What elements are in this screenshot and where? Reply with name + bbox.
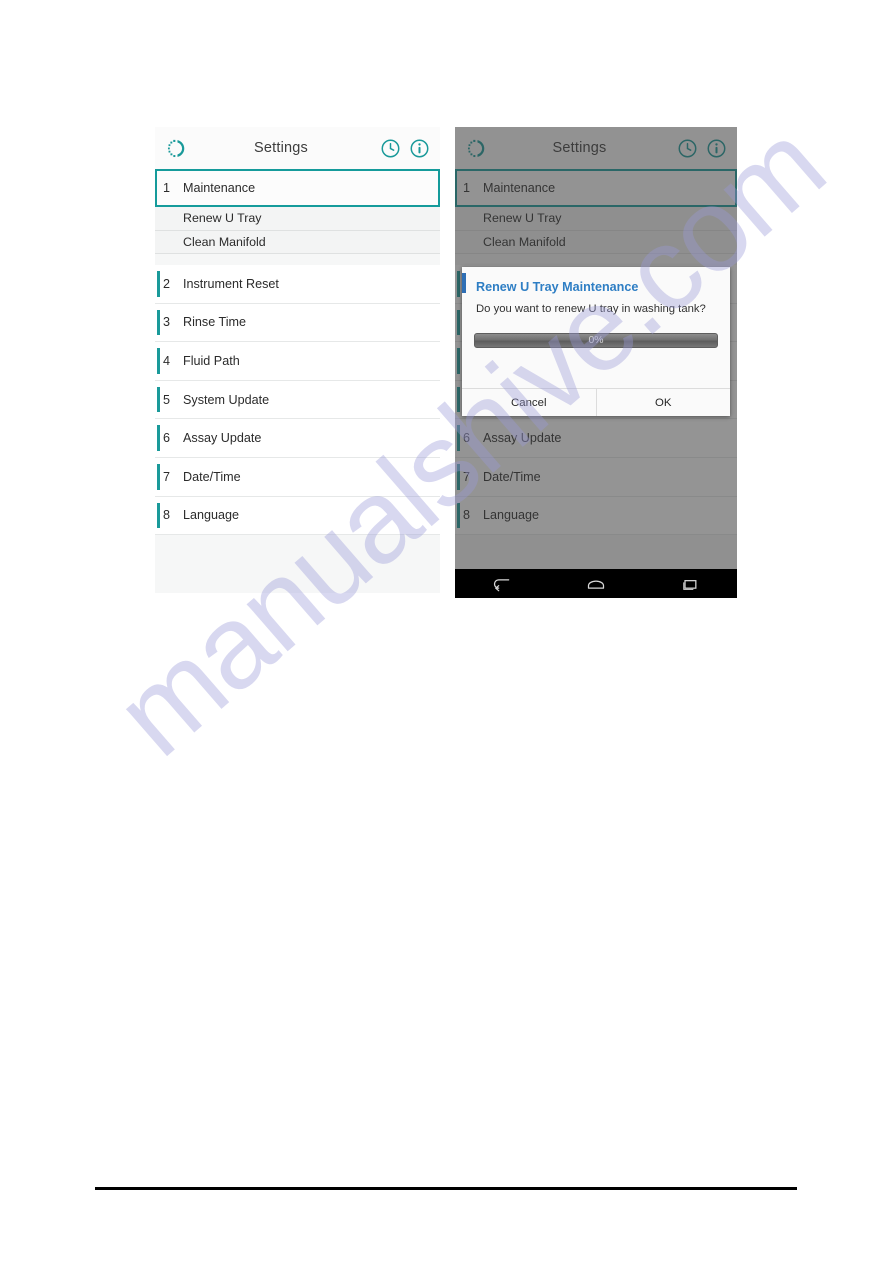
- row-accent-bar: [457, 271, 460, 297]
- settings-row-language[interactable]: 8 Language: [455, 496, 737, 536]
- settings-row-rinse-time[interactable]: 3 Rinse Time: [155, 303, 440, 343]
- list-empty-area: [155, 535, 440, 593]
- settings-row-language[interactable]: 8 Language: [155, 496, 440, 536]
- clock-icon[interactable]: [677, 138, 698, 159]
- row-accent-bar: [157, 271, 160, 297]
- list-gap: [155, 254, 440, 265]
- settings-row-assay-update[interactable]: 6 Assay Update: [455, 419, 737, 458]
- settings-subrow-renew-u-tray[interactable]: Renew U Tray: [155, 207, 440, 231]
- recents-icon[interactable]: [680, 576, 700, 592]
- page-watermark: manualshive.com: [90, 99, 850, 980]
- row-accent-bar: [457, 309, 460, 336]
- info-icon[interactable]: [706, 138, 727, 159]
- row-number: 8: [463, 508, 471, 523]
- settings-row-system-update[interactable]: 5 System Update: [155, 380, 440, 420]
- row-number: 6: [163, 431, 171, 446]
- row-label: System Update: [183, 392, 270, 407]
- subrow-label: Renew U Tray: [483, 211, 562, 226]
- app-header-right: Settings: [455, 127, 737, 169]
- header-icon-group: [677, 138, 727, 159]
- settings-subrow-renew-u-tray[interactable]: Renew U Tray: [455, 207, 737, 231]
- settings-row-maintenance[interactable]: 1 Maintenance: [455, 169, 737, 207]
- row-label: Maintenance: [483, 181, 556, 195]
- row-label: Maintenance: [183, 181, 256, 195]
- dialog-message: Do you want to renew U tray in washing t…: [476, 303, 706, 315]
- app-header-left: Settings: [155, 127, 440, 169]
- instrument-logo-icon: [465, 137, 488, 160]
- row-label: Language: [183, 508, 240, 523]
- android-navigation-bar: [455, 569, 737, 598]
- dialog-spacer: [462, 348, 730, 388]
- back-icon[interactable]: [492, 576, 512, 592]
- dialog-accent-bar: [462, 273, 466, 293]
- row-accent-bar: [157, 386, 160, 413]
- row-label: Assay Update: [183, 431, 262, 446]
- settings-subrow-clean-manifold[interactable]: Clean Manifold: [155, 230, 440, 254]
- settings-row-fluid-path[interactable]: 4 Fluid Path: [155, 342, 440, 381]
- row-accent-bar: [457, 502, 460, 529]
- row-number: 7: [463, 469, 471, 484]
- row-number: 5: [163, 392, 171, 407]
- row-accent-bar: [157, 348, 160, 374]
- row-label: Rinse Time: [183, 315, 246, 330]
- progress-bar: 0%: [474, 333, 718, 348]
- row-accent-bar: [157, 463, 160, 490]
- screenshot-settings-dialog: Settings 1 Maintenance Renew U Tray Clea…: [455, 127, 737, 598]
- settings-list-left: 1 Maintenance Renew U Tray Clean Manifol…: [155, 169, 440, 593]
- progress-percent-label: 0%: [588, 335, 604, 346]
- subrow-label: Clean Manifold: [483, 234, 566, 249]
- cancel-button[interactable]: Cancel: [462, 389, 597, 416]
- page-title: Settings: [552, 140, 607, 156]
- settings-row-maintenance[interactable]: 1 Maintenance: [155, 169, 440, 207]
- settings-row-instrument-reset[interactable]: 2 Instrument Reset: [155, 265, 440, 304]
- instrument-logo-icon: [165, 137, 188, 160]
- screenshot-settings-list: Settings 1 Maintenance Renew U Tray Clea…: [155, 127, 440, 593]
- subrow-label: Renew U Tray: [183, 211, 262, 226]
- row-number: 8: [163, 508, 171, 523]
- footer-divider: [95, 1187, 797, 1190]
- row-accent-bar: [457, 463, 460, 490]
- page-title: Settings: [254, 140, 308, 156]
- settings-row-assay-update[interactable]: 6 Assay Update: [155, 419, 440, 458]
- row-number: 6: [463, 431, 471, 446]
- clock-icon[interactable]: [380, 138, 401, 159]
- dialog-progress-area: 0%: [462, 315, 730, 348]
- row-label: Language: [483, 508, 540, 523]
- info-icon[interactable]: [409, 138, 430, 159]
- row-accent-bar: [457, 348, 460, 374]
- dialog-title: Renew U Tray Maintenance: [476, 280, 639, 294]
- dialog-button-row: Cancel OK: [462, 388, 730, 416]
- ok-button[interactable]: OK: [597, 389, 731, 416]
- row-accent-bar: [157, 502, 160, 529]
- row-number: 3: [163, 315, 171, 330]
- row-number: 7: [163, 469, 171, 484]
- header-icon-group: [380, 138, 430, 159]
- renew-u-tray-dialog: Renew U Tray Maintenance Do you want to …: [462, 267, 730, 416]
- settings-row-date-time[interactable]: 7 Date/Time: [155, 457, 440, 497]
- dialog-title-row: Renew U Tray Maintenance: [462, 267, 730, 304]
- row-label: Date/Time: [183, 469, 241, 484]
- row-number: 2: [163, 276, 171, 291]
- row-number: 1: [163, 181, 171, 195]
- home-icon[interactable]: [586, 576, 606, 592]
- subrow-label: Clean Manifold: [183, 234, 266, 249]
- row-number: 1: [463, 181, 471, 195]
- list-gap: [455, 254, 737, 265]
- settings-row-date-time[interactable]: 7 Date/Time: [455, 457, 737, 497]
- row-accent-bar: [157, 309, 160, 336]
- row-number: 4: [163, 353, 171, 368]
- row-accent-bar: [457, 386, 460, 413]
- row-accent-bar: [157, 425, 160, 451]
- settings-subrow-clean-manifold[interactable]: Clean Manifold: [455, 230, 737, 254]
- row-label: Instrument Reset: [183, 276, 279, 291]
- row-accent-bar: [457, 425, 460, 451]
- row-label: Assay Update: [483, 431, 562, 446]
- row-label: Fluid Path: [183, 353, 240, 368]
- row-label: Date/Time: [483, 469, 541, 484]
